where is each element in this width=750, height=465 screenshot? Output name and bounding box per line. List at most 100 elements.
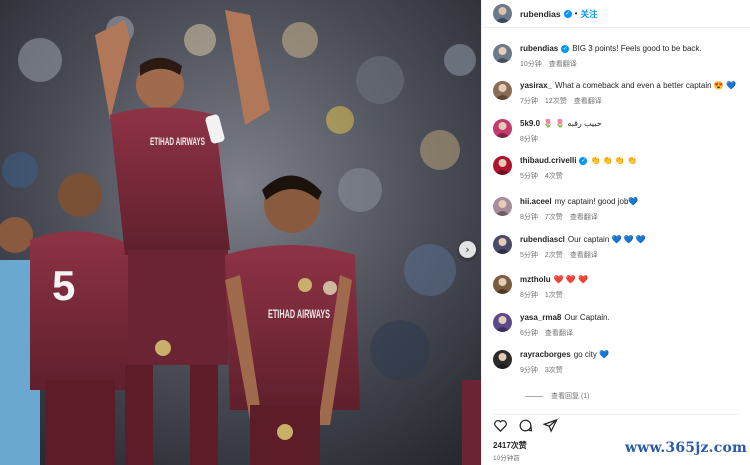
comment-username[interactable]: rayracborges	[520, 350, 571, 359]
comment-item: thibaud.crivelli ✓ 👏 👏 👏 👏 5分钟 4次赞	[493, 155, 743, 181]
comment-line: thibaud.crivelli ✓ 👏 👏 👏 👏	[520, 155, 637, 166]
comment-username[interactable]: yasirax_	[520, 81, 552, 90]
comment-item: mztholu ❤️ ❤️ ❤️ 8分钟 1次赞	[493, 274, 743, 300]
comment-time: 8分钟	[520, 214, 538, 221]
comment-time: 10分钟	[520, 61, 542, 68]
comment-icon[interactable]	[518, 418, 533, 433]
comment-username[interactable]: rubendias	[520, 44, 558, 53]
follow-button[interactable]: 关注	[580, 8, 597, 20]
verified-icon: ✓	[563, 9, 572, 18]
comment-meta: 5分钟 2次赞 查看翻译	[520, 250, 646, 260]
avatar[interactable]	[493, 4, 512, 23]
sponsor-text-front: ETIHAD AIRWAYS	[268, 307, 330, 321]
avatar[interactable]	[493, 156, 512, 175]
verified-icon: ✓	[579, 156, 588, 165]
comment-line: yasirax_ What a comeback and even a bette…	[520, 80, 736, 91]
comment-text: ❤️ ❤️ ❤️	[553, 275, 588, 284]
avatar[interactable]	[493, 313, 512, 332]
comment-username[interactable]: mztholu	[520, 275, 551, 284]
reply-divider	[525, 395, 543, 397]
post-side-panel: rubendias ✓ • 关注 rubendias ✓ BIG 3 points!…	[481, 0, 750, 465]
sponsor-text-main: ETIHAD AIRWAYS	[150, 136, 205, 148]
comment-line: hii.aceel my captain! good job💙	[520, 196, 638, 207]
comment-body: yasirax_ What a comeback and even a bette…	[520, 80, 736, 106]
comment-time: 5分钟	[520, 252, 538, 259]
comment-meta: 5分钟 4次赞	[520, 171, 637, 181]
see-translation-link[interactable]: 查看翻译	[570, 252, 598, 259]
view-replies-link[interactable]: 查看回复 (1)	[525, 391, 590, 401]
comment-likes[interactable]: 4次赞	[545, 173, 563, 180]
comment-time: 6分钟	[520, 330, 538, 337]
avatar[interactable]	[493, 235, 512, 254]
post-author[interactable]: rubendias	[520, 9, 561, 19]
comment-line: yasa_rma8 Our Captain.	[520, 312, 610, 323]
verified-icon: ✓	[561, 44, 570, 53]
comment-text: 🌷 🌷 حبيب رقبه	[543, 119, 602, 128]
comment-meta: 10分钟 查看翻译	[520, 59, 702, 69]
comment-item: yasirax_ What a comeback and even a bette…	[493, 80, 743, 106]
comment-text: Our Captain.	[564, 313, 610, 322]
comment-time: 9分钟	[520, 367, 538, 374]
comment-body: rubendias ✓ BIG 3 points! Feels good to be…	[520, 43, 702, 69]
comment-body: hii.aceel my captain! good job💙 8分钟 7次赞 查看翻译	[520, 196, 638, 222]
view-replies-label: 查看回复 (1)	[551, 393, 590, 400]
comment-username[interactable]: yasa_rma8	[520, 313, 561, 322]
avatar[interactable]	[493, 197, 512, 216]
comment-item: yasa_rma8 Our Captain. 6分钟 查看翻译	[493, 312, 743, 338]
post-photo[interactable]: 5 ETIHAD AIRWAYS ETIHAD AIRWAYS ›	[0, 0, 481, 465]
see-translation-link[interactable]: 查看翻译	[545, 330, 573, 337]
chevron-right-icon[interactable]: ›	[459, 241, 476, 258]
likes-count[interactable]: 2417次赞	[493, 440, 527, 451]
avatar[interactable]	[493, 350, 512, 369]
comment-time: 8分钟	[520, 136, 538, 143]
comment-item: rayracborges go city 💙 9分钟 3次赞	[493, 349, 743, 375]
comment-line: 5k9.0 🌷 🌷 حبيب رقبه	[520, 118, 602, 129]
comment-time: 7分钟	[520, 98, 538, 105]
see-translation-link[interactable]: 查看翻译	[574, 98, 602, 105]
comment-text: 👏 👏 👏 👏	[590, 156, 637, 165]
comment-likes[interactable]: 7次赞	[545, 214, 563, 221]
send-icon[interactable]	[542, 418, 558, 433]
watermark: www.365jz.com	[625, 440, 748, 456]
comment-meta: 8分钟 7次赞 查看翻译	[520, 212, 638, 222]
see-translation-link[interactable]: 查看翻译	[570, 214, 598, 221]
comment-likes[interactable]: 12次赞	[545, 98, 567, 105]
comment-text: What a comeback and even a better captai…	[555, 81, 736, 90]
separator-dot: •	[574, 9, 578, 18]
comment-username[interactable]: thibaud.crivelli	[520, 156, 576, 165]
comment-line: rubendias ✓ BIG 3 points! Feels good to be…	[520, 43, 702, 54]
comment-likes[interactable]: 1次赞	[545, 292, 563, 299]
jersey-number: 5	[52, 262, 75, 309]
comment-item: rubendiascl Our captain 💙 💙 💙 5分钟 2次赞 查看翻译	[493, 234, 743, 260]
comment-item: 5k9.0 🌷 🌷 حبيب رقبه 8分钟	[493, 118, 743, 144]
comment-likes[interactable]: 2次赞	[545, 252, 563, 259]
avatar[interactable]	[493, 275, 512, 294]
post-header: rubendias ✓ • 关注	[482, 0, 750, 28]
comment-body: rayracborges go city 💙 9分钟 3次赞	[520, 349, 609, 375]
action-bar	[493, 414, 740, 433]
comment-username[interactable]: hii.aceel	[520, 197, 552, 206]
comment-meta: 6分钟 查看翻译	[520, 328, 610, 338]
avatar[interactable]	[493, 81, 512, 100]
post-timestamp: 10分钟前	[493, 455, 520, 462]
comment-body: 5k9.0 🌷 🌷 حبيب رقبه 8分钟	[520, 118, 602, 144]
heart-icon[interactable]	[493, 418, 508, 433]
comment-likes[interactable]: 3次赞	[545, 367, 563, 374]
comment-body: mztholu ❤️ ❤️ ❤️ 8分钟 1次赞	[520, 274, 588, 300]
comment-item: rubendias ✓ BIG 3 points! Feels good to be…	[493, 43, 743, 69]
photo-scene: 5 ETIHAD AIRWAYS ETIHAD AIRWAYS	[0, 0, 481, 465]
comment-username[interactable]: 5k9.0	[520, 119, 540, 128]
avatar[interactable]	[493, 44, 512, 63]
comment-meta: 8分钟	[520, 134, 602, 144]
comment-username[interactable]: rubendiascl	[520, 235, 565, 244]
comment-line: mztholu ❤️ ❤️ ❤️	[520, 274, 588, 285]
comment-text: BIG 3 points! Feels good to be back.	[572, 44, 702, 53]
see-translation-link[interactable]: 查看翻译	[549, 61, 577, 68]
comment-time: 8分钟	[520, 292, 538, 299]
comment-line: rayracborges go city 💙	[520, 349, 609, 360]
comment-item: hii.aceel my captain! good job💙 8分钟 7次赞 查看翻译	[493, 196, 743, 222]
comment-text: Our captain 💙 💙 💙	[567, 235, 646, 244]
comment-text: go city 💙	[573, 350, 610, 359]
avatar[interactable]	[493, 119, 512, 138]
comment-meta: 7分钟 12次赞 查看翻译	[520, 96, 736, 106]
